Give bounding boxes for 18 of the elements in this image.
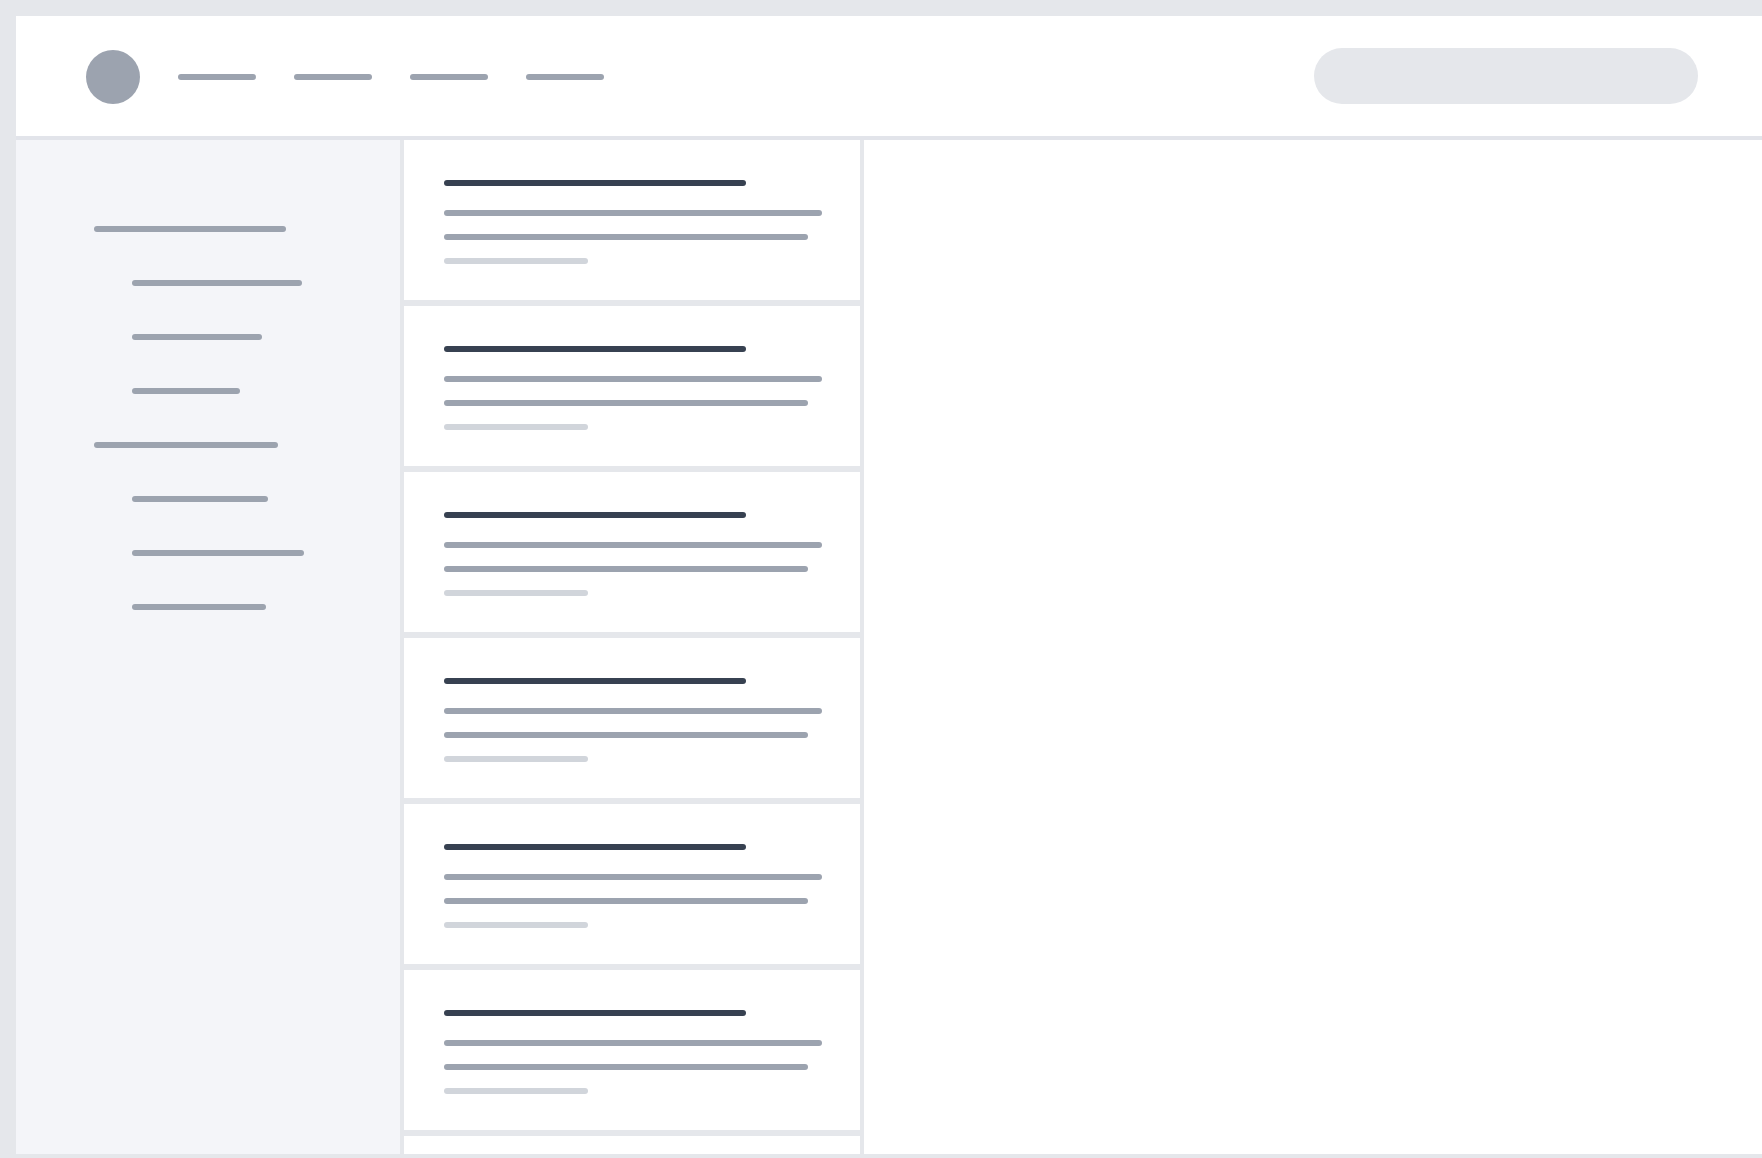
list-card[interactable] [404,472,860,632]
search-field[interactable] [1314,48,1698,104]
nav-placeholder-line[interactable] [410,73,488,79]
nav-placeholder-line[interactable] [178,73,256,79]
list-card[interactable] [404,970,860,1130]
placeholder-line [444,590,588,596]
placeholder-line [444,258,588,264]
nav-placeholder-line[interactable] [294,73,372,79]
list-card[interactable] [404,140,860,300]
placeholder-line [444,756,588,762]
list-card[interactable] [404,306,860,466]
avatar-circle[interactable] [86,49,140,103]
list-card[interactable] [404,804,860,964]
nav-placeholder-line[interactable] [526,73,604,79]
placeholder-line [444,922,588,928]
list-card[interactable] [404,638,860,798]
placeholder-line [444,1088,588,1094]
placeholder-line [444,424,588,430]
